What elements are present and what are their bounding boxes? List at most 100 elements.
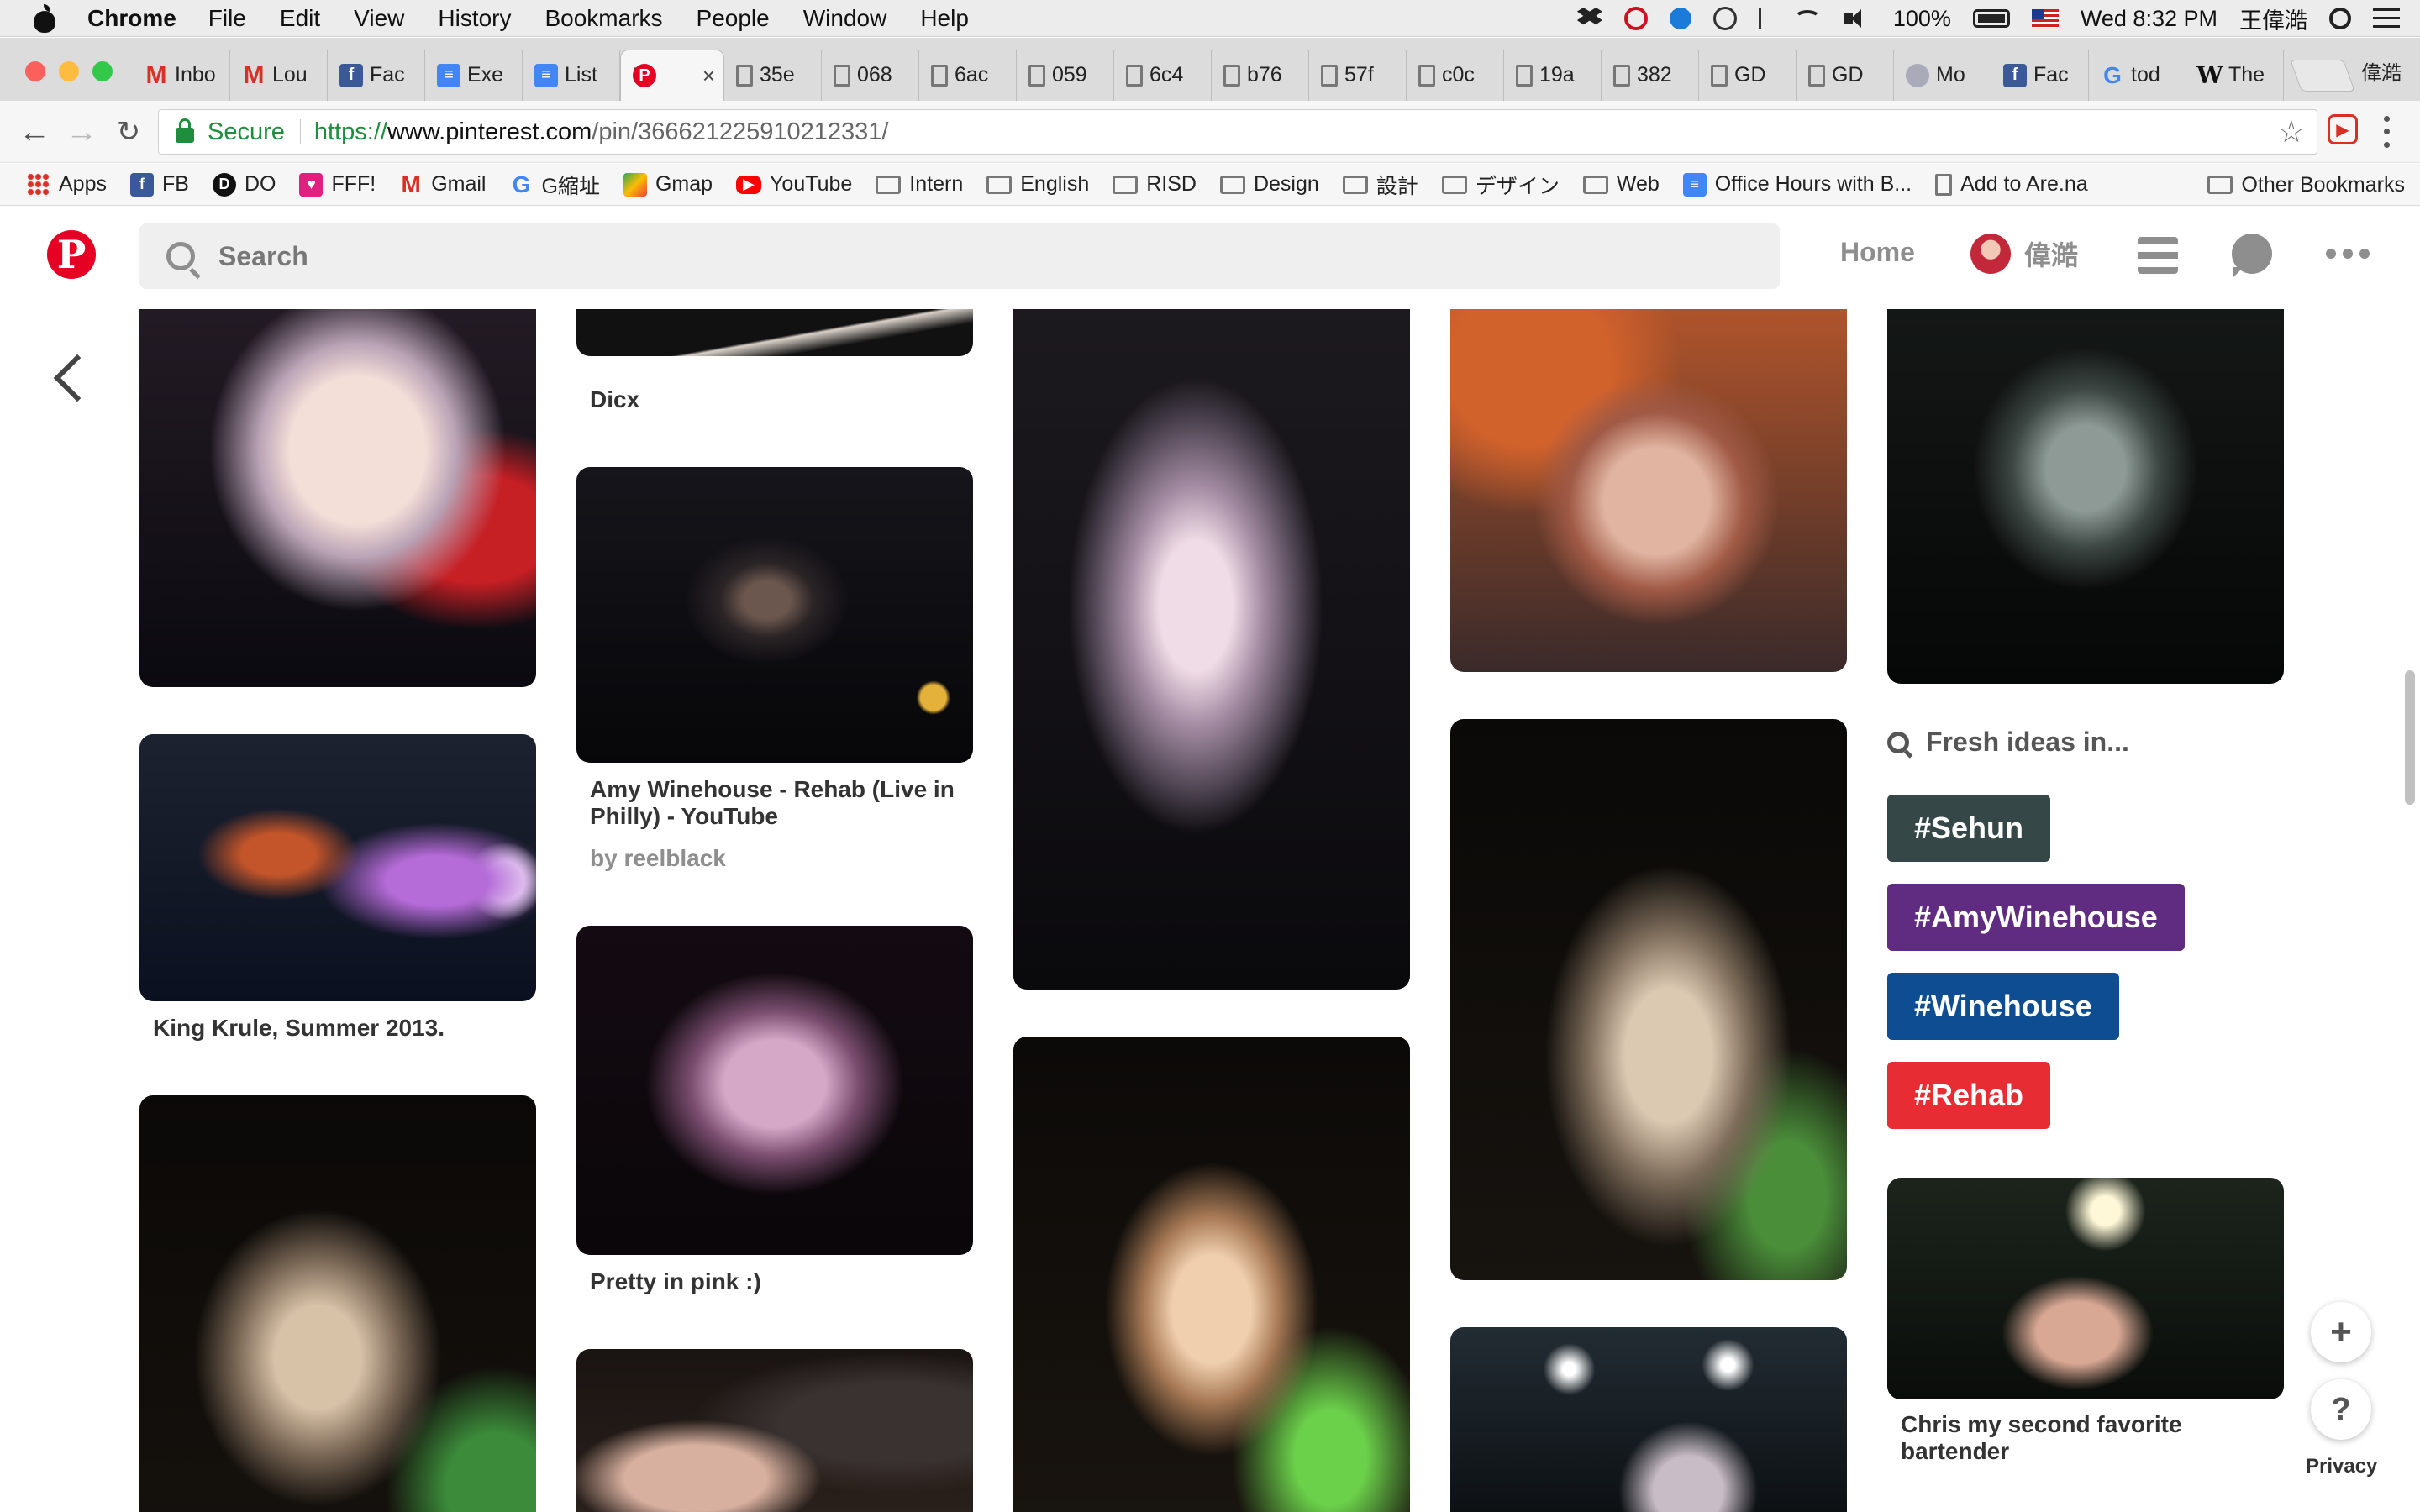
bluetooth-icon[interactable] <box>1758 8 1772 29</box>
pin-attribution[interactable]: by reelblack <box>590 845 726 872</box>
bookmark-9[interactable]: English <box>986 172 1089 197</box>
pin-image[interactable] <box>1450 719 1847 1280</box>
bookmark-3[interactable]: ♥ FFF! <box>299 172 376 197</box>
time-machine-icon[interactable] <box>1712 7 1737 30</box>
tab-21[interactable]: W The <box>2186 50 2284 101</box>
menubar-user[interactable]: 王偉澔 <box>2239 3 2307 35</box>
zoom-window-button[interactable] <box>92 61 113 81</box>
tab-2[interactable]: f Fac <box>328 50 425 101</box>
notification-center-icon[interactable] <box>2373 8 2400 29</box>
menu-file[interactable]: File <box>208 5 246 32</box>
tab-9[interactable]: 059 <box>1017 50 1114 101</box>
input-source-flag-icon[interactable] <box>2031 9 2059 28</box>
pinterest-logo-icon[interactable]: P <box>47 230 96 279</box>
minimize-window-button[interactable] <box>59 61 79 81</box>
bookmark-16[interactable]: Add to Are.na <box>1935 172 2088 197</box>
menu-history[interactable]: History <box>438 5 511 32</box>
pin-image[interactable] <box>139 309 536 687</box>
add-pin-button[interactable]: + <box>2311 1302 2371 1362</box>
shazam-icon[interactable] <box>1669 8 1691 29</box>
bookmark-1[interactable]: f FB <box>129 172 189 197</box>
home-link[interactable]: Home <box>1840 237 1915 268</box>
tab-17[interactable]: GD <box>1797 50 1894 101</box>
hashtag-rehab-button[interactable]: #Rehab <box>1887 1062 2051 1129</box>
tab-7[interactable]: 068 <box>822 50 919 101</box>
back-button[interactable]: ← <box>17 114 52 150</box>
close-window-button[interactable] <box>25 61 45 81</box>
tab-12[interactable]: 57f <box>1309 50 1407 101</box>
bookmark-8[interactable]: Intern <box>876 172 963 197</box>
pin-image[interactable] <box>576 309 973 356</box>
reload-button[interactable]: ↻ <box>111 114 146 150</box>
address-bar[interactable]: Secure https://www.pinterest.com/pin/366… <box>158 109 2317 155</box>
pin-image[interactable] <box>576 1349 973 1512</box>
bookmark-4[interactable]: M Gmail <box>399 171 487 197</box>
tab-3[interactable]: ≡ Exe <box>425 50 523 101</box>
new-tab-button[interactable] <box>2290 60 2355 92</box>
tab-14[interactable]: 19a <box>1504 50 1602 101</box>
chrome-menu-icon[interactable] <box>2378 113 2395 151</box>
tab-19[interactable]: f Fac <box>1991 50 2089 101</box>
spotlight-icon[interactable] <box>2329 8 2351 29</box>
menubar-clock[interactable]: Wed 8:32 PM <box>2081 6 2217 32</box>
bookmark-14[interactable]: Web <box>1582 172 1660 197</box>
pin-title[interactable]: King Krule, Summer 2013. <box>153 1015 523 1042</box>
menu-edit[interactable]: Edit <box>280 5 320 32</box>
tab-0[interactable]: M Inbo <box>133 50 230 101</box>
tab-13[interactable]: c0c <box>1407 50 1504 101</box>
page-scrollbar[interactable] <box>2405 670 2415 805</box>
pin-title[interactable]: Amy Winehouse - Rehab (Live in Philly) -… <box>590 776 960 830</box>
pin-image[interactable] <box>576 467 973 763</box>
menu-help[interactable]: Help <box>920 5 969 32</box>
menu-chrome[interactable]: Chrome <box>87 5 176 32</box>
tab-20[interactable]: Gtod <box>2089 50 2186 101</box>
hashtag-sehun-button[interactable]: #Sehun <box>1887 795 2051 862</box>
apple-menu-icon[interactable] <box>32 3 57 33</box>
hashtag-amywinehouse-button[interactable]: #AmyWinehouse <box>1887 884 2185 951</box>
volume-icon[interactable] <box>1843 8 1871 29</box>
bookmark-15[interactable]: ≡ Office Hours with B... <box>1682 172 1912 197</box>
tab-1[interactable]: M Lou <box>230 50 328 101</box>
pin-image[interactable] <box>139 1095 536 1512</box>
dropbox-icon[interactable] <box>1576 8 1602 25</box>
close-tab-icon[interactable]: × <box>702 63 715 89</box>
pinterest-search-bar[interactable] <box>139 223 1780 289</box>
bookmark-0[interactable]: Apps <box>27 172 107 197</box>
tab-5[interactable]: PP× <box>620 50 724 101</box>
menu-icon[interactable] <box>2138 237 2178 274</box>
privacy-link[interactable]: Privacy <box>2306 1455 2377 1478</box>
tab-10[interactable]: 6c4 <box>1114 50 1212 101</box>
menu-bookmarks[interactable]: Bookmarks <box>544 5 662 32</box>
bookmark-7[interactable]: ▶ YouTube <box>736 172 852 197</box>
forward-button[interactable]: → <box>64 114 99 150</box>
search-input[interactable] <box>218 240 1647 272</box>
tab-15[interactable]: 382 <box>1602 50 1699 101</box>
bookmark-6[interactable]: Gmap <box>623 172 713 197</box>
menu-window[interactable]: Window <box>803 5 887 32</box>
tab-18[interactable]: Mo <box>1894 50 1991 101</box>
extension-icon[interactable]: ▶ <box>2328 114 2358 144</box>
bookmark-star-icon[interactable]: ☆ <box>2278 114 2305 150</box>
pin-image[interactable] <box>139 734 536 1001</box>
back-arrow-icon[interactable] <box>53 354 102 402</box>
pin-title[interactable]: Dicx <box>590 386 960 413</box>
bookmark-13[interactable]: デザイン <box>1441 170 1560 200</box>
pin-image[interactable] <box>1013 1037 1410 1512</box>
pin-image[interactable] <box>1450 1327 1847 1512</box>
pin-image[interactable] <box>1887 309 2284 684</box>
messages-icon[interactable] <box>2232 234 2272 277</box>
pin-title[interactable]: Pretty in pink :) <box>590 1268 960 1295</box>
pin-title[interactable]: Chris my second favorite bartender <box>1901 1411 2254 1465</box>
tab-4[interactable]: ≡ List <box>523 50 620 101</box>
battery-icon[interactable] <box>1972 9 2010 28</box>
creative-cloud-icon[interactable] <box>1623 7 1648 30</box>
bookmark-2[interactable]: D DO <box>212 172 276 197</box>
profile-link[interactable]: 偉澔 <box>1970 234 2078 274</box>
more-options-icon[interactable] <box>2326 249 2370 259</box>
help-button[interactable]: ? <box>2311 1379 2371 1440</box>
tab-6[interactable]: 35e <box>724 50 822 101</box>
tab-8[interactable]: 6ac <box>919 50 1017 101</box>
wifi-icon[interactable] <box>1793 10 1821 27</box>
bookmark-11[interactable]: Design <box>1219 172 1319 197</box>
hashtag-winehouse-button[interactable]: #Winehouse <box>1887 973 2119 1040</box>
